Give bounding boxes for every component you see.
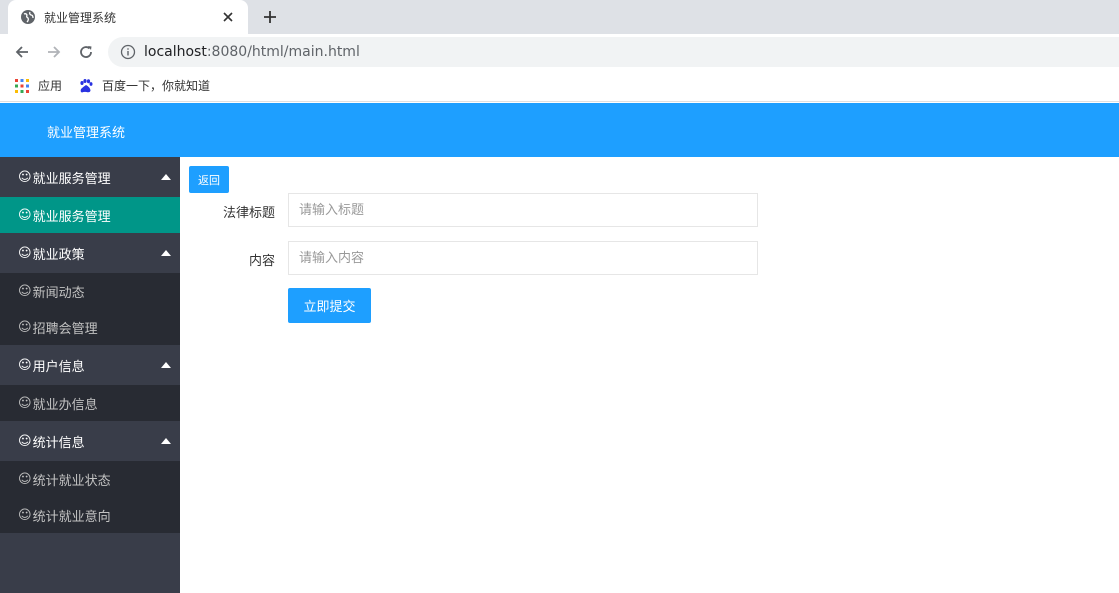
info-icon[interactable] xyxy=(120,44,136,60)
bookmark-apps-label: 应用 xyxy=(38,79,63,93)
sidebar-group-label: 统计信息 xyxy=(32,435,85,451)
sidebar-group-label: 就业政策 xyxy=(32,247,85,263)
sidebar-item-label: 统计就业意向 xyxy=(32,509,111,525)
browser-tabstrip: 就业管理系统 xyxy=(0,0,1119,34)
sidebar-group-label: 就业服务管理 xyxy=(32,171,111,187)
app-brand: 就业管理系统 xyxy=(47,126,126,141)
sidebar-item-label: 新闻动态 xyxy=(32,285,85,301)
caret-up-icon xyxy=(161,250,171,256)
bookmark-baidu-label: 百度一下，你就知道 xyxy=(102,79,211,93)
sidebar-group-statistics[interactable]: ☺ 统计信息 xyxy=(0,421,180,461)
smile-icon: ☺ xyxy=(18,507,32,523)
smile-icon: ☺ xyxy=(18,357,32,373)
smile-icon: ☺ xyxy=(18,169,32,185)
sidebar-item-employment-office[interactable]: ☺ 就业办信息 xyxy=(0,385,180,421)
browser-toolbar: localhost:8080/html/main.html xyxy=(0,34,1119,70)
tab-title: 就业管理系统 xyxy=(44,10,117,25)
smile-icon: ☺ xyxy=(18,245,32,261)
caret-up-icon xyxy=(161,174,171,180)
sidebar-item-label: 就业服务管理 xyxy=(32,209,111,225)
sidebar-item-label: 统计就业状态 xyxy=(32,473,111,489)
sidebar-item-label: 就业办信息 xyxy=(32,397,98,413)
form-row-title: 法律标题 xyxy=(180,193,880,227)
new-tab-icon[interactable] xyxy=(258,6,282,28)
url-text: localhost:8080/html/main.html xyxy=(144,44,360,60)
browser-tab[interactable]: 就业管理系统 xyxy=(8,0,248,34)
address-bar[interactable]: localhost:8080/html/main.html xyxy=(108,37,1119,67)
title-input[interactable] xyxy=(288,193,758,227)
title-label: 法律标题 xyxy=(222,206,275,221)
back-arrow-icon[interactable] xyxy=(12,42,32,62)
sidebar-item-employment-status[interactable]: ☺ 统计就业状态 xyxy=(0,461,180,497)
sidebar: ☺ 就业服务管理 ☺ 就业服务管理 ☺ 就业政策 ☺ 新闻动态 ☺ 招聘会管理 … xyxy=(0,157,180,593)
smile-icon: ☺ xyxy=(18,395,32,411)
submit-button[interactable]: 立即提交 xyxy=(288,288,371,323)
bookmarks-bar: 应用 百度一下，你就知道 xyxy=(0,70,1119,102)
baidu-paw-icon xyxy=(78,78,94,94)
smile-icon: ☺ xyxy=(18,283,32,299)
content-label: 内容 xyxy=(248,254,275,269)
forward-arrow-icon[interactable] xyxy=(44,42,64,62)
url-path: :8080/html/main.html xyxy=(206,44,360,60)
sidebar-item-employment-service[interactable]: ☺ 就业服务管理 xyxy=(0,197,180,233)
caret-up-icon xyxy=(161,438,171,444)
url-host: localhost xyxy=(144,44,207,60)
content-input[interactable] xyxy=(288,241,758,275)
bookmark-baidu[interactable]: 百度一下，你就知道 xyxy=(78,77,210,94)
sidebar-group-user-info[interactable]: ☺ 用户信息 xyxy=(0,345,180,385)
sidebar-group-employment-service[interactable]: ☺ 就业服务管理 xyxy=(0,157,180,197)
sidebar-item-news[interactable]: ☺ 新闻动态 xyxy=(0,273,180,309)
smile-icon: ☺ xyxy=(18,319,32,335)
caret-up-icon xyxy=(161,362,171,368)
globe-icon xyxy=(20,9,36,25)
apps-grid-icon xyxy=(14,78,30,94)
sidebar-item-job-fair[interactable]: ☺ 招聘会管理 xyxy=(0,309,180,345)
sidebar-group-employment-policy[interactable]: ☺ 就业政策 xyxy=(0,233,180,273)
sidebar-item-employment-intention[interactable]: ☺ 统计就业意向 xyxy=(0,497,180,533)
smile-icon: ☺ xyxy=(18,207,32,223)
app-header: 就业管理系统 xyxy=(0,103,1119,157)
sidebar-item-label: 招聘会管理 xyxy=(32,321,98,337)
sidebar-group-label: 用户信息 xyxy=(32,359,85,375)
smile-icon: ☺ xyxy=(18,433,32,449)
back-button[interactable]: 返回 xyxy=(189,166,229,193)
reload-icon[interactable] xyxy=(76,42,96,62)
bookmark-apps[interactable]: 应用 xyxy=(14,77,62,94)
main-content: 返回 法律标题 内容 立即提交 xyxy=(180,157,1119,593)
smile-icon: ☺ xyxy=(18,471,32,487)
close-icon[interactable] xyxy=(220,9,236,25)
form-row-content: 内容 xyxy=(180,241,880,275)
